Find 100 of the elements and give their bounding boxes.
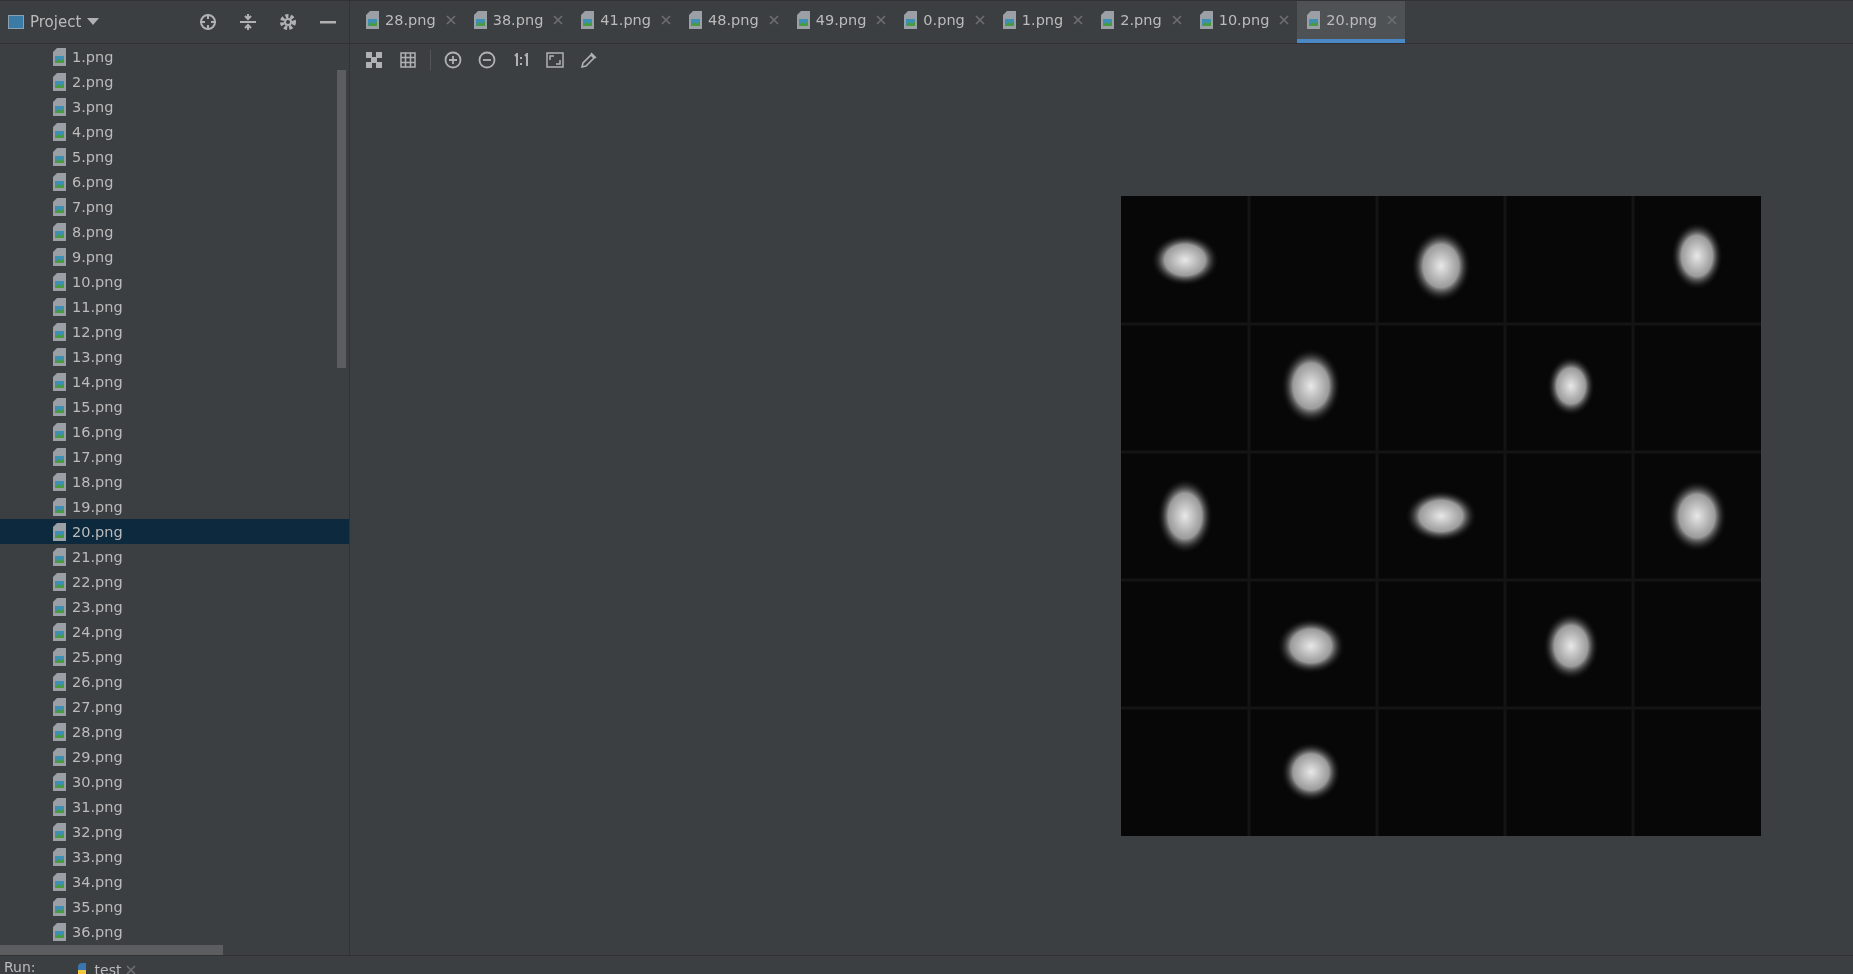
editor-tab[interactable]: 10.png	[1189, 1, 1298, 43]
editor-tab[interactable]: 2.png	[1091, 1, 1190, 43]
image-file-icon	[53, 897, 66, 916]
file-tree-item[interactable]: 32.png	[0, 819, 349, 844]
collapse-icon[interactable]	[239, 13, 257, 31]
file-tree-item[interactable]: 13.png	[0, 344, 349, 369]
image-file-icon	[53, 122, 66, 141]
image-file-icon	[53, 397, 66, 416]
close-icon[interactable]	[974, 15, 985, 25]
close-icon[interactable]	[1171, 15, 1182, 25]
editor-tab[interactable]: 38.png	[463, 1, 572, 43]
image-file-icon	[53, 697, 66, 716]
eyedropper-icon[interactable]	[580, 51, 598, 69]
image-file-icon	[53, 672, 66, 691]
file-tree-item[interactable]: 5.png	[0, 144, 349, 169]
image-file-icon	[53, 547, 66, 566]
image-file-icon	[53, 647, 66, 666]
file-tree-item[interactable]: 7.png	[0, 194, 349, 219]
file-tree-item[interactable]: 28.png	[0, 719, 349, 744]
crosshair-icon[interactable]	[199, 13, 217, 31]
editor-tab[interactable]: 49.png	[786, 1, 895, 43]
caret-icon[interactable]	[87, 18, 100, 26]
image-file-icon	[53, 422, 66, 441]
run-label: Run:	[4, 958, 36, 974]
file-tree-item[interactable]: 8.png	[0, 219, 349, 244]
image-file-icon	[53, 822, 66, 841]
file-tree-item[interactable]: 36.png	[0, 919, 349, 944]
editor-tab[interactable]: 20.png	[1297, 1, 1405, 43]
file-tree-item[interactable]: 16.png	[0, 419, 349, 444]
file-tree-item[interactable]: 31.png	[0, 794, 349, 819]
editor-tab[interactable]: 1.png	[992, 1, 1092, 43]
file-tree-item[interactable]: 15.png	[0, 394, 349, 419]
image-file-icon	[53, 597, 66, 616]
fit-window-icon[interactable]	[546, 52, 564, 68]
file-tree-item[interactable]: 26.png	[0, 669, 349, 694]
image-file-icon	[366, 11, 379, 29]
close-icon[interactable]	[1387, 15, 1397, 25]
image-file-icon	[904, 11, 918, 29]
image-file-icon	[1101, 11, 1115, 29]
file-tree-item[interactable]: 29.png	[0, 744, 349, 769]
editor-tab[interactable]: 41.png	[571, 1, 679, 43]
file-tree-item[interactable]: 21.png	[0, 544, 349, 569]
close-icon[interactable]	[768, 15, 779, 25]
image-file-icon	[53, 747, 66, 766]
editor-tab[interactable]: 28.png	[356, 1, 464, 43]
image-file-icon	[53, 147, 66, 166]
image-file-icon	[53, 722, 66, 741]
file-tree-item[interactable]: 11.png	[0, 294, 349, 319]
image-file-icon	[1002, 11, 1016, 29]
file-tree-item[interactable]: 22.png	[0, 569, 349, 594]
close-icon[interactable]	[876, 15, 887, 25]
file-tree-item[interactable]: 19.png	[0, 494, 349, 519]
actual-size-icon[interactable]	[513, 53, 529, 67]
file-tree-item[interactable]: 1.png	[0, 44, 349, 69]
file-tree-item[interactable]: 12.png	[0, 319, 349, 344]
close-icon[interactable]	[661, 15, 671, 25]
file-tree-item[interactable]: 4.png	[0, 119, 349, 144]
zoom-in-icon[interactable]	[444, 51, 462, 69]
file-tree-item[interactable]: 17.png	[0, 444, 349, 469]
file-tree-item[interactable]: 9.png	[0, 244, 349, 269]
file-tree-item[interactable]: 30.png	[0, 769, 349, 794]
file-tree-item[interactable]: 23.png	[0, 594, 349, 619]
file-tree-item[interactable]: 3.png	[0, 94, 349, 119]
scrollbar-thumb[interactable]	[0, 945, 223, 955]
image-file-icon	[53, 847, 66, 866]
image-file-icon	[53, 72, 66, 91]
image-file-icon	[53, 472, 66, 491]
image-file-icon	[53, 622, 66, 641]
file-tree-item[interactable]: 33.png	[0, 844, 349, 869]
close-icon[interactable]	[1279, 15, 1290, 25]
image-file-icon	[53, 772, 66, 791]
file-tree-item[interactable]: 24.png	[0, 619, 349, 644]
image-file-icon	[53, 797, 66, 816]
editor-tab[interactable]: 48.png	[679, 1, 787, 43]
zoom-out-icon[interactable]	[478, 51, 496, 69]
editor-tab[interactable]: 0.png	[894, 1, 993, 43]
file-tree-item[interactable]: 6.png	[0, 169, 349, 194]
file-tree-item[interactable]: 2.png	[0, 69, 349, 94]
file-tree-item[interactable]: 18.png	[0, 469, 349, 494]
close-icon[interactable]	[445, 15, 456, 25]
settings-icon[interactable]	[279, 13, 297, 31]
file-tree-item[interactable]: 10.png	[0, 269, 349, 294]
file-tree-item[interactable]: 14.png	[0, 369, 349, 394]
image-file-icon	[1199, 11, 1213, 29]
image-file-icon	[1307, 11, 1321, 29]
file-tree-item[interactable]: 34.png	[0, 869, 349, 894]
file-tree-item[interactable]: 20.png	[0, 519, 349, 544]
image-file-icon	[473, 11, 487, 29]
file-tree-item[interactable]: 25.png	[0, 644, 349, 669]
file-tree-item[interactable]: 27.png	[0, 694, 349, 719]
image-file-icon	[53, 172, 66, 191]
file-tree-item[interactable]: 35.png	[0, 894, 349, 919]
checkerboard-icon[interactable]	[366, 52, 382, 68]
close-icon[interactable]	[126, 965, 137, 974]
scrollbar-thumb[interactable]	[337, 70, 346, 368]
grid-icon[interactable]	[400, 52, 416, 68]
close-icon[interactable]	[553, 15, 564, 25]
image-file-icon	[53, 522, 66, 541]
close-icon[interactable]	[1073, 15, 1084, 25]
image-file-icon	[53, 222, 66, 241]
